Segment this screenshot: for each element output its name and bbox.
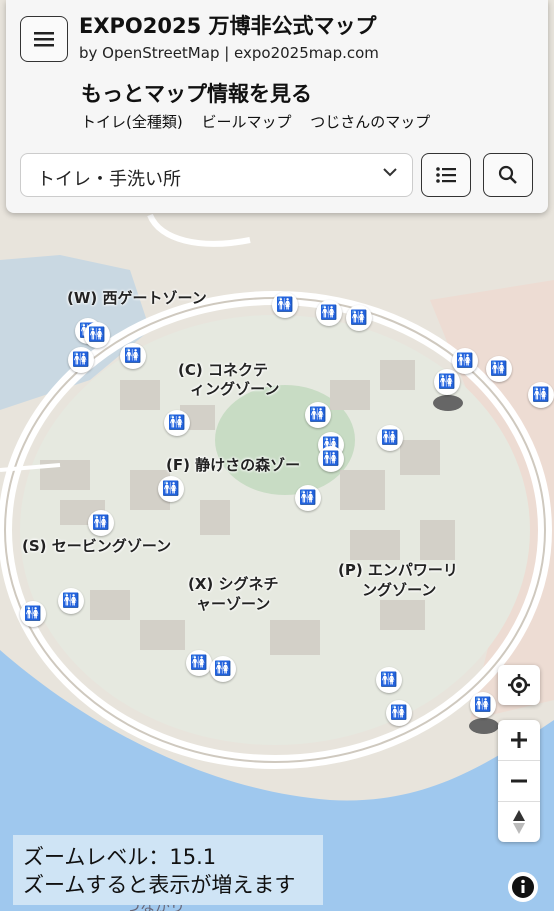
compass-icon <box>513 810 525 834</box>
zoom-out-button[interactable] <box>498 761 540 802</box>
toilet-icon[interactable]: 🚻 <box>305 402 331 428</box>
toilet-icon[interactable]: 🚻 <box>186 650 212 676</box>
map-links: トイレ(全種類) ビールマップ つじさんのマップ <box>81 111 444 132</box>
list-button[interactable] <box>421 153 471 197</box>
toilet-icon[interactable]: 🚻 <box>486 356 512 382</box>
plus-icon <box>511 732 527 748</box>
locate-control <box>498 665 540 705</box>
zone-label-signature-1: (X) シグネチ <box>188 575 279 593</box>
toilet-icon[interactable]: 🚻 <box>377 425 403 451</box>
info-button[interactable] <box>508 872 538 902</box>
toilet-icon[interactable]: 🚻 <box>346 305 372 331</box>
zone-label-empowering-2: ングゾーン <box>362 581 437 599</box>
toilet-icon[interactable]: 🚻 <box>84 322 110 348</box>
minus-icon <box>511 779 527 783</box>
compass-button[interactable] <box>498 802 540 842</box>
zone-label-empowering-1: (P) エンパワーリ <box>338 561 458 579</box>
link-beer-map[interactable]: ビールマップ <box>202 113 292 131</box>
zone-label-signature-2: ャーゾーン <box>196 595 271 613</box>
zone-label-west-gate: (W) 西ゲートゾーン <box>67 289 207 307</box>
toilet-icon[interactable]: 🚻 <box>386 700 412 726</box>
zone-label-connecting-1: (C) コネクテ <box>178 361 268 379</box>
zoom-control <box>498 720 540 842</box>
locate-button[interactable] <box>498 665 540 705</box>
info-icon <box>512 876 534 898</box>
toilet-icon[interactable]: 🚻 <box>272 292 298 318</box>
toilet-icon[interactable]: 🚻 <box>88 510 114 536</box>
toilet-icon[interactable]: 🚻 <box>210 656 236 682</box>
zoom-hint-text: ズームすると表示が増えます <box>23 873 296 897</box>
category-select[interactable]: トイレ・手洗い所 <box>20 153 413 197</box>
toilet-icon[interactable]: 🚻 <box>58 588 84 614</box>
header-panel: EXPO2025 万博非公式マップ by OpenStreetMap | exp… <box>6 0 548 213</box>
zoom-level-text: ズームレベル：15.1 <box>23 845 217 869</box>
zoom-in-button[interactable] <box>498 720 540 761</box>
toilet-icon[interactable]: 🚻 <box>452 348 478 374</box>
link-toilet-all[interactable]: トイレ(全種類) <box>81 113 183 131</box>
toilet-icon[interactable]: 🚻 <box>318 446 344 472</box>
hamburger-icon <box>34 32 54 47</box>
toilet-icon[interactable]: 🚻 <box>316 300 342 326</box>
locate-icon <box>508 674 530 696</box>
zoom-info-box: ズームレベル：15.1 ズームすると表示が増えます <box>13 835 323 905</box>
app-subtitle: by OpenStreetMap | expo2025map.com <box>79 44 379 62</box>
toilet-icon[interactable]: 🚻 <box>295 485 321 511</box>
list-icon <box>436 167 456 183</box>
link-tsuji-map[interactable]: つじさんのマップ <box>310 113 430 131</box>
menu-button[interactable] <box>20 16 68 62</box>
toilet-icon[interactable]: 🚻 <box>20 601 46 627</box>
search-button[interactable] <box>483 153 533 197</box>
more-maps-heading: もっとマップ情報を見る <box>81 82 312 106</box>
toilet-icon[interactable]: 🚻 <box>158 476 184 502</box>
category-select-value: トイレ・手洗い所 <box>37 169 181 190</box>
toilet-icon[interactable]: 🚻 <box>528 382 554 408</box>
app-title: EXPO2025 万博非公式マップ <box>79 14 377 38</box>
zone-label-connecting-2: ィングゾーン <box>190 380 280 398</box>
toilet-icon[interactable]: 🚻 <box>164 410 190 436</box>
zone-label-forest: (F) 静けさの森ゾー <box>166 456 301 474</box>
map-marker-shadow <box>469 718 499 734</box>
toilet-icon[interactable]: 🚻 <box>434 369 460 395</box>
toilet-icon[interactable]: 🚻 <box>120 343 146 369</box>
toilet-icon[interactable]: 🚻 <box>470 692 496 718</box>
chevron-down-icon <box>382 164 398 185</box>
toilet-icon[interactable]: 🚻 <box>68 347 94 373</box>
zone-label-saving: (S) セービングゾーン <box>22 537 172 555</box>
toilet-icon[interactable]: 🚻 <box>376 667 402 693</box>
map-marker-shadow <box>433 395 463 411</box>
search-icon <box>498 165 517 184</box>
